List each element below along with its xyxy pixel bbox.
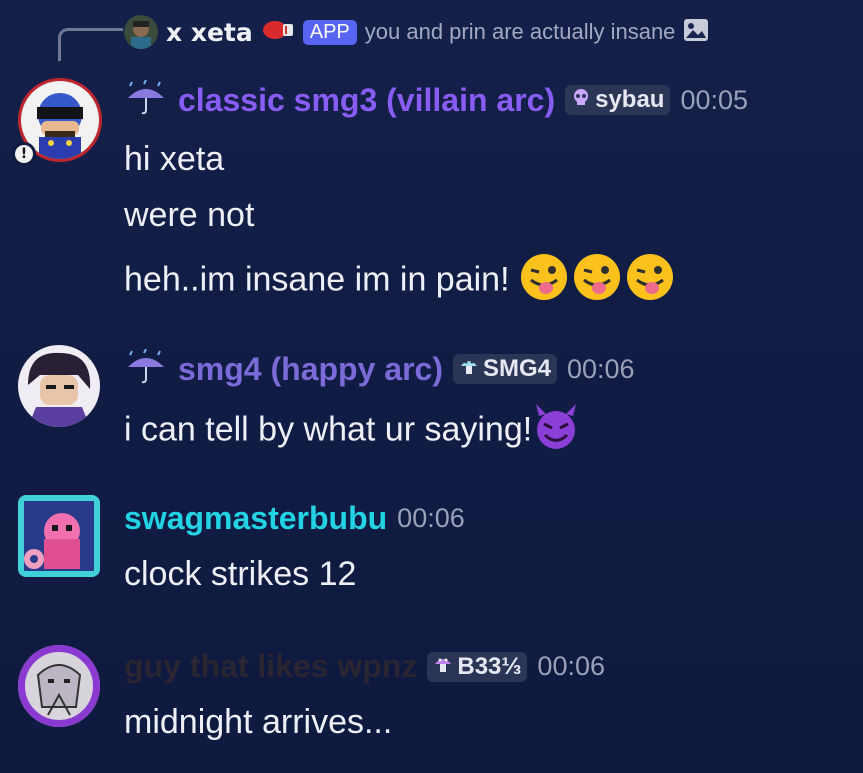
reply-preview[interactable]: x xeta APP you and prin are actually ins… bbox=[124, 12, 709, 52]
server-tag-label: SMG4 bbox=[482, 355, 551, 382]
timestamp: 00:06 bbox=[537, 651, 605, 681]
reply-text[interactable]: you and prin are actually insane bbox=[365, 19, 676, 45]
username[interactable]: classic smg3 (villain arc) bbox=[178, 82, 555, 119]
skull-icon bbox=[571, 86, 591, 114]
timestamp: 00:05 bbox=[680, 84, 749, 115]
server-tag-label: B33⅓ bbox=[457, 652, 522, 680]
mushroom-icon bbox=[459, 355, 479, 383]
username[interactable]: guy that likes wpnz bbox=[124, 648, 417, 685]
timestamp: 00:06 bbox=[566, 353, 635, 384]
winking-tongue-emoji bbox=[519, 252, 675, 311]
avatar[interactable] bbox=[18, 495, 100, 577]
umbrella-rain-icon bbox=[124, 348, 168, 389]
server-tag-label: sybau bbox=[595, 86, 665, 113]
server-tag[interactable]: sybau bbox=[565, 85, 671, 115]
reply-username[interactable]: x xeta bbox=[166, 18, 253, 47]
smiling-devil-emoji bbox=[532, 404, 580, 459]
avatar[interactable] bbox=[18, 345, 100, 427]
mushroom-icon bbox=[433, 653, 453, 681]
message-text: clock strikes 12 bbox=[124, 555, 357, 593]
status-indicator-icon: ! bbox=[12, 142, 36, 166]
message-line: heh..im insane im in pain! bbox=[124, 252, 675, 311]
message-text: midnight arrives... bbox=[124, 703, 393, 741]
boxing-glove-icon bbox=[261, 18, 295, 46]
server-tag[interactable]: SMG4 bbox=[452, 354, 557, 384]
avatar[interactable] bbox=[18, 645, 100, 727]
server-tag[interactable]: B33⅓ bbox=[427, 651, 528, 682]
username[interactable]: swagmasterbubu bbox=[124, 500, 387, 537]
message-text: were not bbox=[124, 196, 255, 234]
message-line: i can tell by what ur saying! bbox=[124, 404, 580, 459]
app-badge: APP bbox=[302, 19, 357, 45]
umbrella-rain-icon bbox=[124, 79, 168, 120]
message-text: i can tell by what ur saying! bbox=[124, 410, 533, 449]
username[interactable]: smg4 (happy arc) bbox=[178, 351, 443, 388]
reply-avatar[interactable] bbox=[124, 15, 158, 49]
message-text: hi xeta bbox=[124, 140, 225, 178]
timestamp: 00:06 bbox=[397, 503, 465, 533]
reply-connector-line bbox=[58, 28, 123, 61]
message-text: heh..im insane im in pain! bbox=[124, 260, 510, 299]
image-icon bbox=[683, 18, 709, 46]
